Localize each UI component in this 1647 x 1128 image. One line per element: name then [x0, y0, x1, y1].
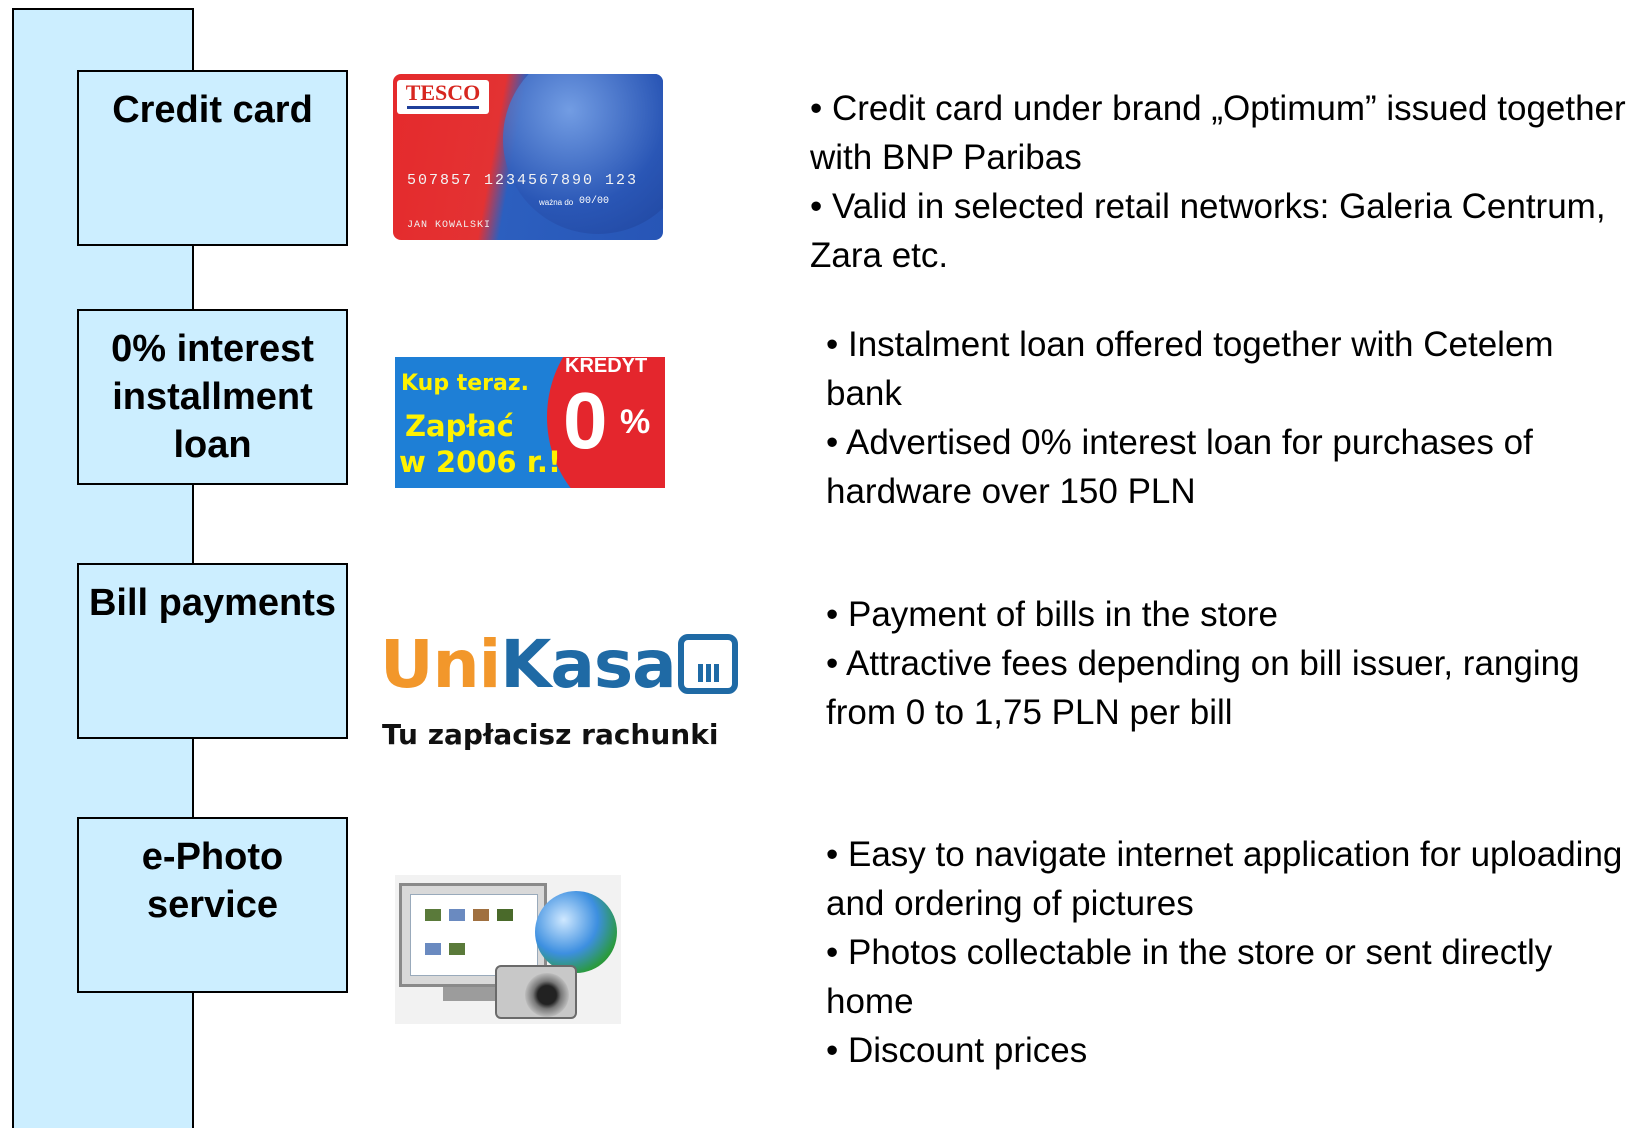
bullet: • Attractive fees depending on bill issu… — [826, 644, 1580, 732]
kredyt-badge: KREDYT — [565, 357, 648, 377]
card-number: 507857 1234567890 123 — [407, 172, 639, 189]
card-valid-label: ważna do — [539, 198, 574, 207]
cash-register-icon — [678, 634, 738, 694]
card-holder: JAN KOWALSKI — [407, 220, 492, 231]
bullet: • Advertised 0% interest loan for purcha… — [826, 423, 1533, 511]
camera-lens — [525, 973, 569, 1017]
zero-value: 0 — [563, 376, 608, 465]
label-installment-loan: 0% interest installment loan — [77, 309, 348, 485]
bill-payments-description: • Payment of bills in the store • Attrac… — [826, 590, 1636, 737]
bullet: • Easy to navigate internet application … — [826, 835, 1623, 923]
banner-line-1: Kup teraz. — [401, 371, 530, 396]
bullet: • Credit card under brand „Optimum” issu… — [810, 89, 1626, 177]
banner-line-2: Zapłać — [405, 409, 514, 443]
wordmark-kasa: Kasa — [500, 626, 677, 703]
banner-line-3: w 2006 r.! — [399, 445, 562, 479]
logo-stripe — [407, 106, 479, 109]
unikasa-wordmark: UniKasa — [380, 626, 677, 703]
unikasa-logo-image: UniKasa Tu zapłacisz rachunki — [380, 626, 750, 756]
label-credit-card: Credit card — [77, 70, 348, 246]
monitor-stand — [443, 987, 503, 1001]
label-bill-payments: Bill payments — [77, 563, 348, 739]
kredyt-banner-image: Kup teraz. Zapłać w 2006 r.! KREDYT 0 % — [395, 357, 665, 488]
ephoto-description: • Easy to navigate internet application … — [826, 830, 1636, 1075]
credit-card-image: TESCO 507857 1234567890 123 ważna do 00/… — [393, 74, 663, 240]
label-text: 0% interest installment loan — [111, 328, 314, 466]
bullet: • Photos collectable in the store or sen… — [826, 933, 1553, 1021]
globe-graphic — [503, 74, 663, 234]
unikasa-tagline: Tu zapłacisz rachunki — [382, 718, 719, 751]
bullet: • Valid in selected retail networks: Gal… — [810, 187, 1606, 275]
bullet: • Discount prices — [826, 1031, 1088, 1070]
ephoto-image — [395, 875, 621, 1024]
label-text: e-Photo service — [141, 836, 284, 926]
tesco-logo: TESCO — [397, 80, 489, 114]
credit-card-description: • Credit card under brand „Optimum” issu… — [810, 84, 1640, 280]
tesco-logo-text: TESCO — [405, 80, 481, 105]
globe-icon — [535, 891, 617, 973]
label-text: Credit card — [112, 89, 313, 131]
label-text: Bill payments — [88, 582, 337, 624]
label-ephoto: e-Photo service — [77, 817, 348, 993]
wordmark-uni: Uni — [380, 626, 501, 703]
percent-sign: % — [620, 403, 651, 441]
card-expiry: 00/00 — [579, 196, 610, 207]
bullet: • Instalment loan offered together with … — [826, 325, 1554, 413]
loan-description: • Instalment loan offered together with … — [826, 320, 1636, 516]
bullet: • Payment of bills in the store — [826, 595, 1278, 634]
